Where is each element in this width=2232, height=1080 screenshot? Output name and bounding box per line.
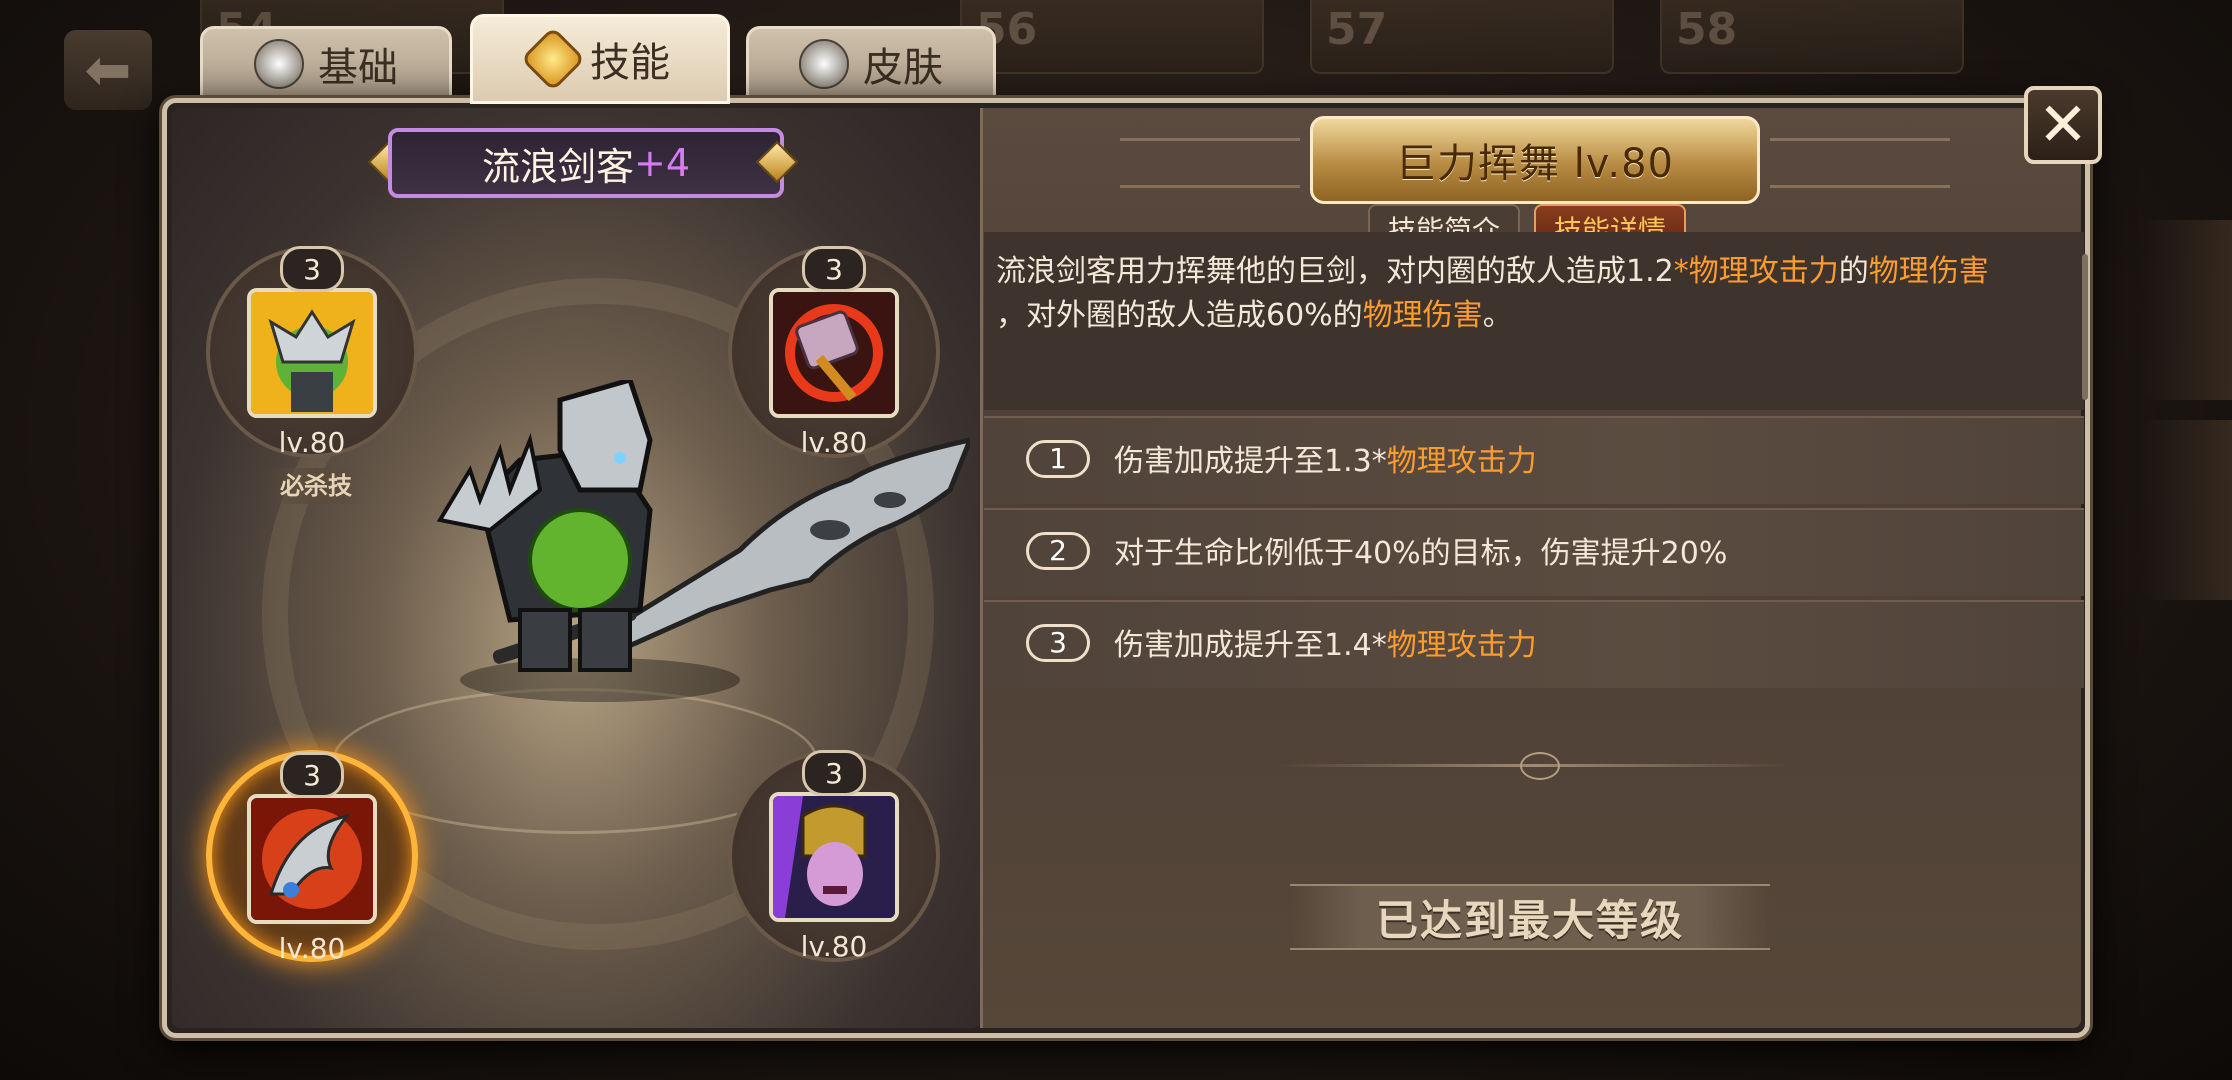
skill-badge: 3	[802, 246, 866, 292]
upgrade-row-1: 1 伤害加成提升至1.3*物理攻击力	[984, 416, 2084, 504]
upgrade-label: 对于生命比例低于40%的目标，伤害提升20%	[1114, 536, 1728, 571]
flaming-blade-icon	[247, 794, 377, 924]
skill-description: 流浪剑客用力挥舞他的巨剑，对内圈的敌人造成1.2*物理攻击力的物理伤害 ，对外圈的…	[996, 250, 2066, 338]
divider-ornament-center	[1520, 752, 1560, 780]
background-side-panel	[2142, 220, 2232, 400]
skill-emblem-icon	[520, 26, 586, 92]
background-side-panel	[2142, 420, 2232, 600]
close-icon[interactable]: ✕	[2024, 86, 2102, 164]
hero-character-sprite	[410, 376, 975, 710]
skill-level: lv.80	[278, 426, 346, 459]
skill-level: lv.80	[800, 930, 868, 963]
skill-title-banner: 巨力挥舞 lv.80	[1310, 116, 1760, 204]
upgrade-row-2: 2 对于生命比例低于40%的目标，伤害提升20%	[984, 508, 2084, 596]
tab-basic[interactable]: 基础	[200, 26, 452, 102]
upgrade-number: 2	[1026, 532, 1090, 570]
background-slot: 56	[960, 0, 1264, 74]
skill-badge: 3	[280, 752, 344, 798]
banner-ornament	[1770, 138, 1950, 188]
skill-slot-warrior[interactable]: 3 lv.80	[728, 750, 940, 963]
description-scrollbar[interactable]	[2082, 254, 2088, 400]
tab-skills[interactable]: 技能	[470, 14, 730, 104]
hero-name: 流浪剑客	[481, 144, 634, 189]
tab-basic-label: 基础	[318, 45, 398, 91]
tab-skills-label: 技能	[590, 40, 670, 86]
upgrade-number: 3	[1026, 624, 1090, 662]
skill-badge: 3	[280, 246, 344, 292]
desc-text: ，对外圈的敌人造成60%的	[996, 298, 1363, 333]
skill-badge: 3	[802, 750, 866, 796]
upgrade-label: 伤害加成提升至1.4*	[1114, 628, 1387, 663]
ultimate-tag: 必杀技	[266, 468, 366, 504]
max-level-button[interactable]: 已达到最大等级	[1290, 884, 1770, 950]
desc-text: 流浪剑客用力挥舞他的巨剑，对内圈的敌人造成1.2	[996, 254, 1674, 289]
hero-star-plus: +4	[633, 141, 691, 185]
upgrade-row-3: 3 伤害加成提升至1.4*物理攻击力	[984, 600, 2084, 688]
mask-icon	[799, 39, 849, 89]
skill-title: 巨力挥舞 lv.80	[1395, 141, 1674, 187]
tab-skins[interactable]: 皮肤	[746, 26, 996, 102]
desc-highlight: 物理伤害	[1868, 254, 1989, 289]
desc-highlight: 物理伤害	[1362, 298, 1483, 333]
upgrade-highlight: 物理攻击力	[1386, 628, 1537, 663]
green-ogre-knight-icon	[247, 288, 377, 418]
upgrade-label: 伤害加成提升至1.3*	[1114, 444, 1387, 479]
purple-warrior-icon	[769, 792, 899, 922]
desc-text: 的	[1838, 254, 1869, 289]
upgrade-text: 伤害加成提升至1.4*物理攻击力	[1114, 620, 1537, 664]
upgrade-number: 1	[1026, 440, 1090, 478]
upgrade-text: 伤害加成提升至1.3*物理攻击力	[1114, 436, 1537, 480]
tab-skins-label: 皮肤	[863, 45, 943, 91]
back-arrow-icon[interactable]: ⬅	[64, 30, 152, 110]
upgrade-text: 对于生命比例低于40%的目标，伤害提升20%	[1114, 528, 1727, 572]
skill-slot-giant-swing[interactable]: 3 lv.80	[206, 750, 418, 965]
desc-highlight: *物理攻击力	[1673, 254, 1839, 289]
upgrade-highlight: 物理攻击力	[1386, 444, 1537, 479]
banner-ornament	[1120, 138, 1300, 188]
helmet-icon	[254, 39, 304, 89]
hero-name-bar: 流浪剑客 +4	[388, 128, 784, 198]
skill-level: lv.80	[278, 932, 346, 965]
desc-text: 。	[1482, 298, 1513, 333]
background-slot: 57	[1310, 0, 1614, 74]
skill-slot-ultimate[interactable]: 3 lv.80	[206, 246, 418, 459]
background-slot: 58	[1660, 0, 1964, 74]
